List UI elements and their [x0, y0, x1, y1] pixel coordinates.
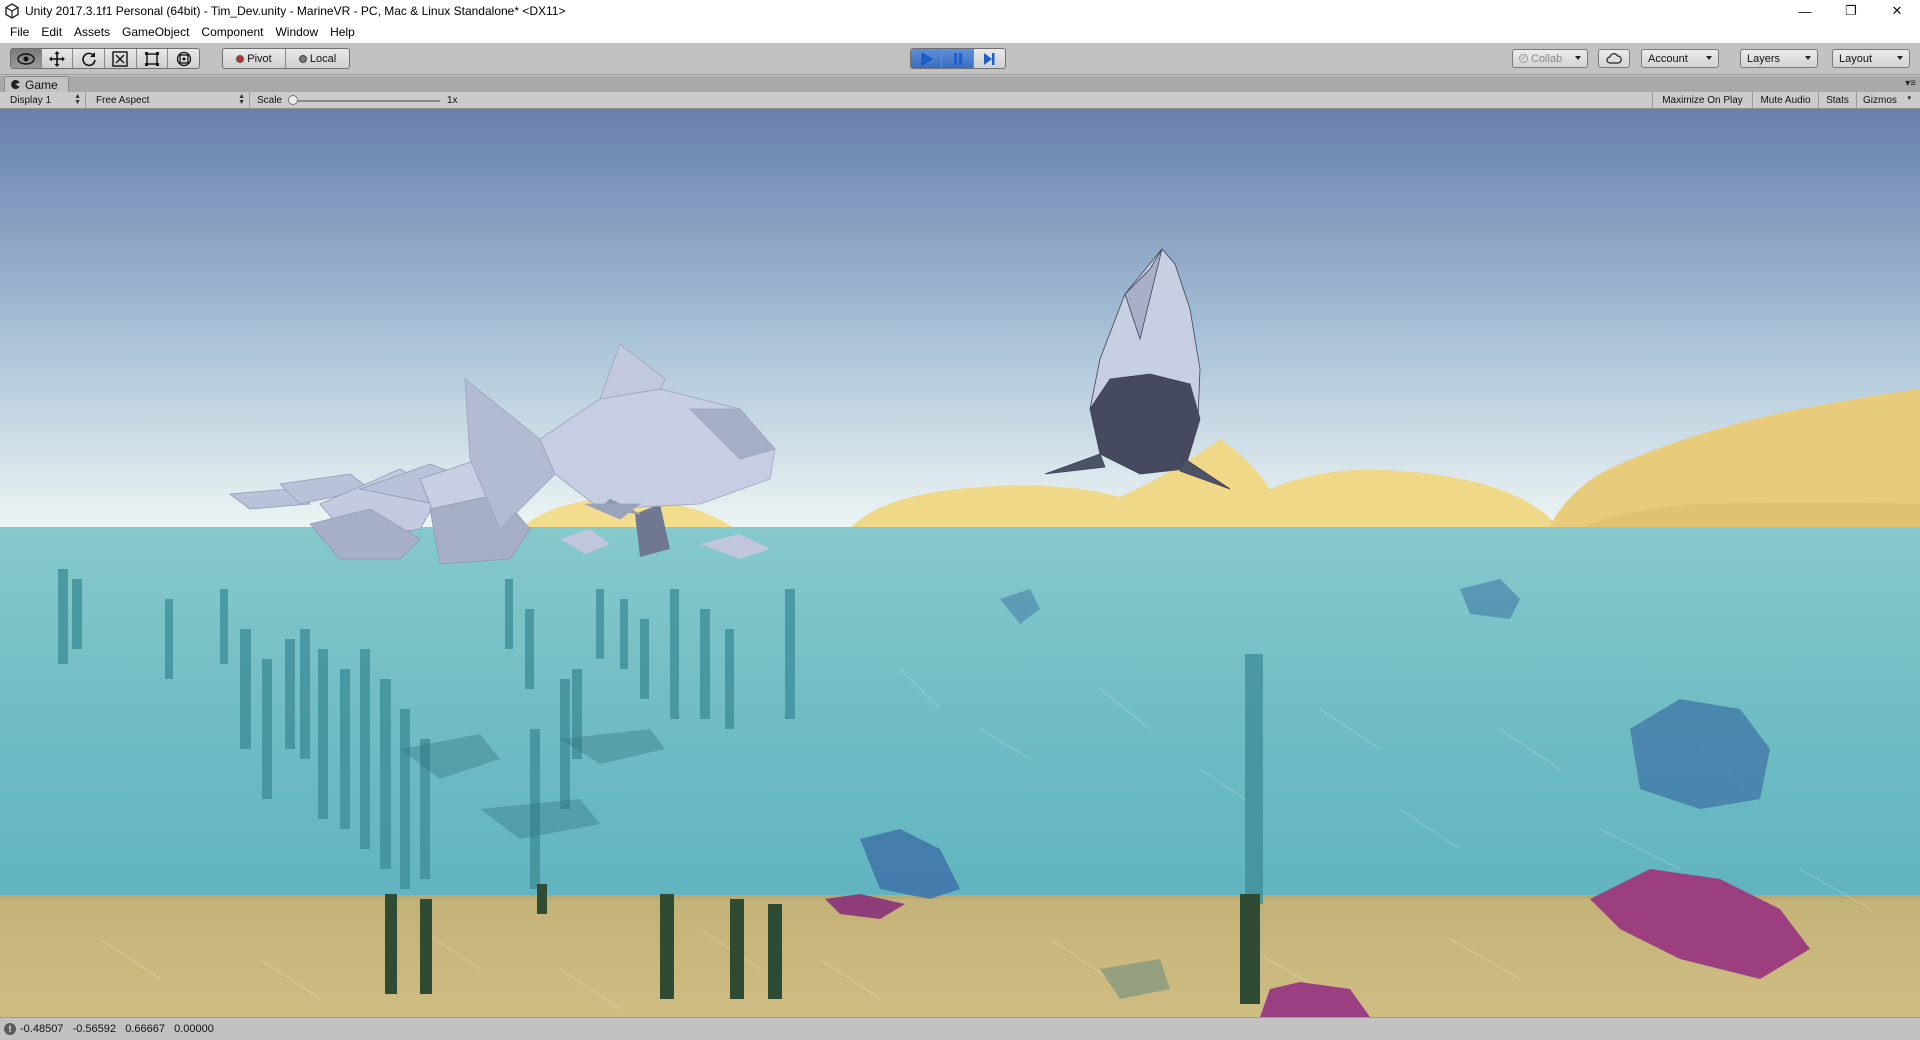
play-controls	[910, 48, 1006, 69]
layout-label: Layout	[1839, 52, 1873, 65]
panel-menu-icon[interactable]: ▾≡	[1905, 78, 1916, 89]
scale-tool-button[interactable]	[105, 49, 137, 68]
rotate-tool-button[interactable]	[73, 49, 106, 68]
restore-icon: ❐	[1845, 3, 1857, 18]
updown-arrows-icon: ▲ ▼	[74, 93, 81, 106]
pivot-local-toggle: Pivot Local	[222, 48, 350, 69]
collab-check-icon: ✓	[1519, 54, 1528, 63]
window-title: Unity 2017.3.1f1 Personal (64bit) - Tim_…	[25, 4, 566, 18]
layers-dropdown[interactable]: Layers	[1740, 49, 1818, 68]
play-icon	[921, 51, 933, 66]
step-button[interactable]	[974, 49, 1005, 68]
status-bar: ! -0.48507 -0.56592 0.66667 0.00000	[0, 1017, 1920, 1040]
maximize-on-play-label: Maximize On Play	[1662, 95, 1743, 106]
transform-tool-button[interactable]	[168, 49, 199, 68]
cloud-icon	[1606, 53, 1622, 64]
account-dropdown[interactable]: Account	[1641, 49, 1719, 68]
info-icon: !	[4, 1023, 16, 1035]
chevron-down-icon	[1805, 56, 1811, 60]
updown-arrows-icon: ▲ ▼	[238, 93, 245, 106]
chevron-down-icon: ▾	[1907, 95, 1911, 102]
collab-dropdown[interactable]: ✓ Collab	[1512, 49, 1588, 68]
display-dropdown[interactable]: Display 1 ▲ ▼	[4, 92, 86, 109]
stats-label: Stats	[1826, 95, 1849, 106]
pivot-icon	[236, 54, 245, 63]
view-tool-button[interactable]	[11, 49, 42, 68]
chevron-down-icon	[1897, 56, 1903, 60]
mute-audio-toggle[interactable]: Mute Audio	[1752, 92, 1818, 109]
transform-tool-icon	[176, 51, 191, 66]
console-last-log[interactable]: -0.48507 -0.56592 0.66667 0.00000	[20, 1023, 214, 1035]
chevron-down-icon	[1575, 56, 1581, 60]
play-button[interactable]	[911, 49, 943, 68]
game-viewport[interactable]	[0, 109, 1920, 1017]
menu-file[interactable]: File	[4, 22, 35, 43]
tab-game-label: Game	[25, 77, 58, 92]
scale-tool-icon	[112, 50, 129, 67]
scale-slider-handle[interactable]	[288, 95, 298, 105]
window-title-bar: Unity 2017.3.1f1 Personal (64bit) - Tim_…	[0, 0, 1920, 22]
menu-bar: File Edit Assets GameObject Component Wi…	[0, 22, 1920, 43]
view-tool-icon	[17, 52, 35, 65]
menu-assets[interactable]: Assets	[68, 22, 116, 43]
restore-button[interactable]: ❐	[1828, 0, 1874, 22]
main-toolbar: Pivot Local ✓ Collab Account Layers Layo…	[0, 43, 1920, 75]
scale-label: Scale	[257, 95, 283, 106]
move-tool-icon	[49, 50, 65, 67]
chevron-down-icon	[1706, 56, 1712, 60]
pivot-button[interactable]: Pivot	[223, 49, 287, 68]
game-scene-render	[0, 109, 1920, 1017]
transform-tools	[10, 48, 200, 69]
local-icon	[298, 54, 307, 63]
maximize-on-play-toggle[interactable]: Maximize On Play	[1652, 92, 1752, 109]
mute-audio-label: Mute Audio	[1760, 95, 1811, 106]
move-tool-button[interactable]	[42, 49, 74, 68]
account-label: Account	[1648, 52, 1688, 65]
menu-help[interactable]: Help	[324, 22, 361, 43]
aspect-dropdown[interactable]: Free Aspect ▲ ▼	[90, 92, 250, 109]
gizmos-label: Gizmos	[1863, 95, 1897, 106]
layers-label: Layers	[1747, 52, 1781, 65]
close-icon: ✕	[1891, 3, 1903, 18]
menu-gameobject[interactable]: GameObject	[116, 22, 195, 43]
collab-label: Collab	[1531, 52, 1563, 65]
step-icon	[984, 52, 995, 65]
tab-game[interactable]: Game	[4, 76, 69, 92]
layout-dropdown[interactable]: Layout	[1832, 49, 1910, 68]
scale-value: 1x	[447, 95, 458, 106]
stats-toggle[interactable]: Stats	[1818, 92, 1856, 109]
cloud-button[interactable]	[1598, 49, 1630, 68]
close-button[interactable]: ✕	[1874, 0, 1920, 22]
rotate-tool-icon	[81, 51, 96, 66]
local-button[interactable]: Local	[286, 49, 349, 68]
pause-icon	[953, 52, 962, 65]
rect-tool-icon	[145, 51, 160, 66]
menu-window[interactable]: Window	[269, 22, 324, 43]
game-tab-bar: Game ▾≡	[0, 76, 1920, 92]
minimize-icon: —	[1798, 3, 1812, 19]
unity-logo-icon	[5, 3, 19, 19]
minimize-button[interactable]: —	[1782, 0, 1828, 22]
game-view-header: Display 1 ▲ ▼ Free Aspect ▲ ▼ Scale 1x Max…	[0, 92, 1920, 109]
menu-edit[interactable]: Edit	[35, 22, 68, 43]
pause-button[interactable]	[942, 49, 974, 68]
local-label: Local	[309, 52, 337, 65]
gizmos-dropdown[interactable]: Gizmos ▾	[1856, 92, 1916, 109]
aspect-label: Free Aspect	[96, 95, 150, 106]
menu-component[interactable]: Component	[195, 22, 269, 43]
game-controller-icon	[11, 80, 20, 89]
pivot-label: Pivot	[247, 52, 272, 65]
rect-tool-button[interactable]	[137, 49, 169, 68]
scale-slider-track[interactable]	[290, 100, 440, 102]
display-label: Display 1	[10, 95, 52, 106]
